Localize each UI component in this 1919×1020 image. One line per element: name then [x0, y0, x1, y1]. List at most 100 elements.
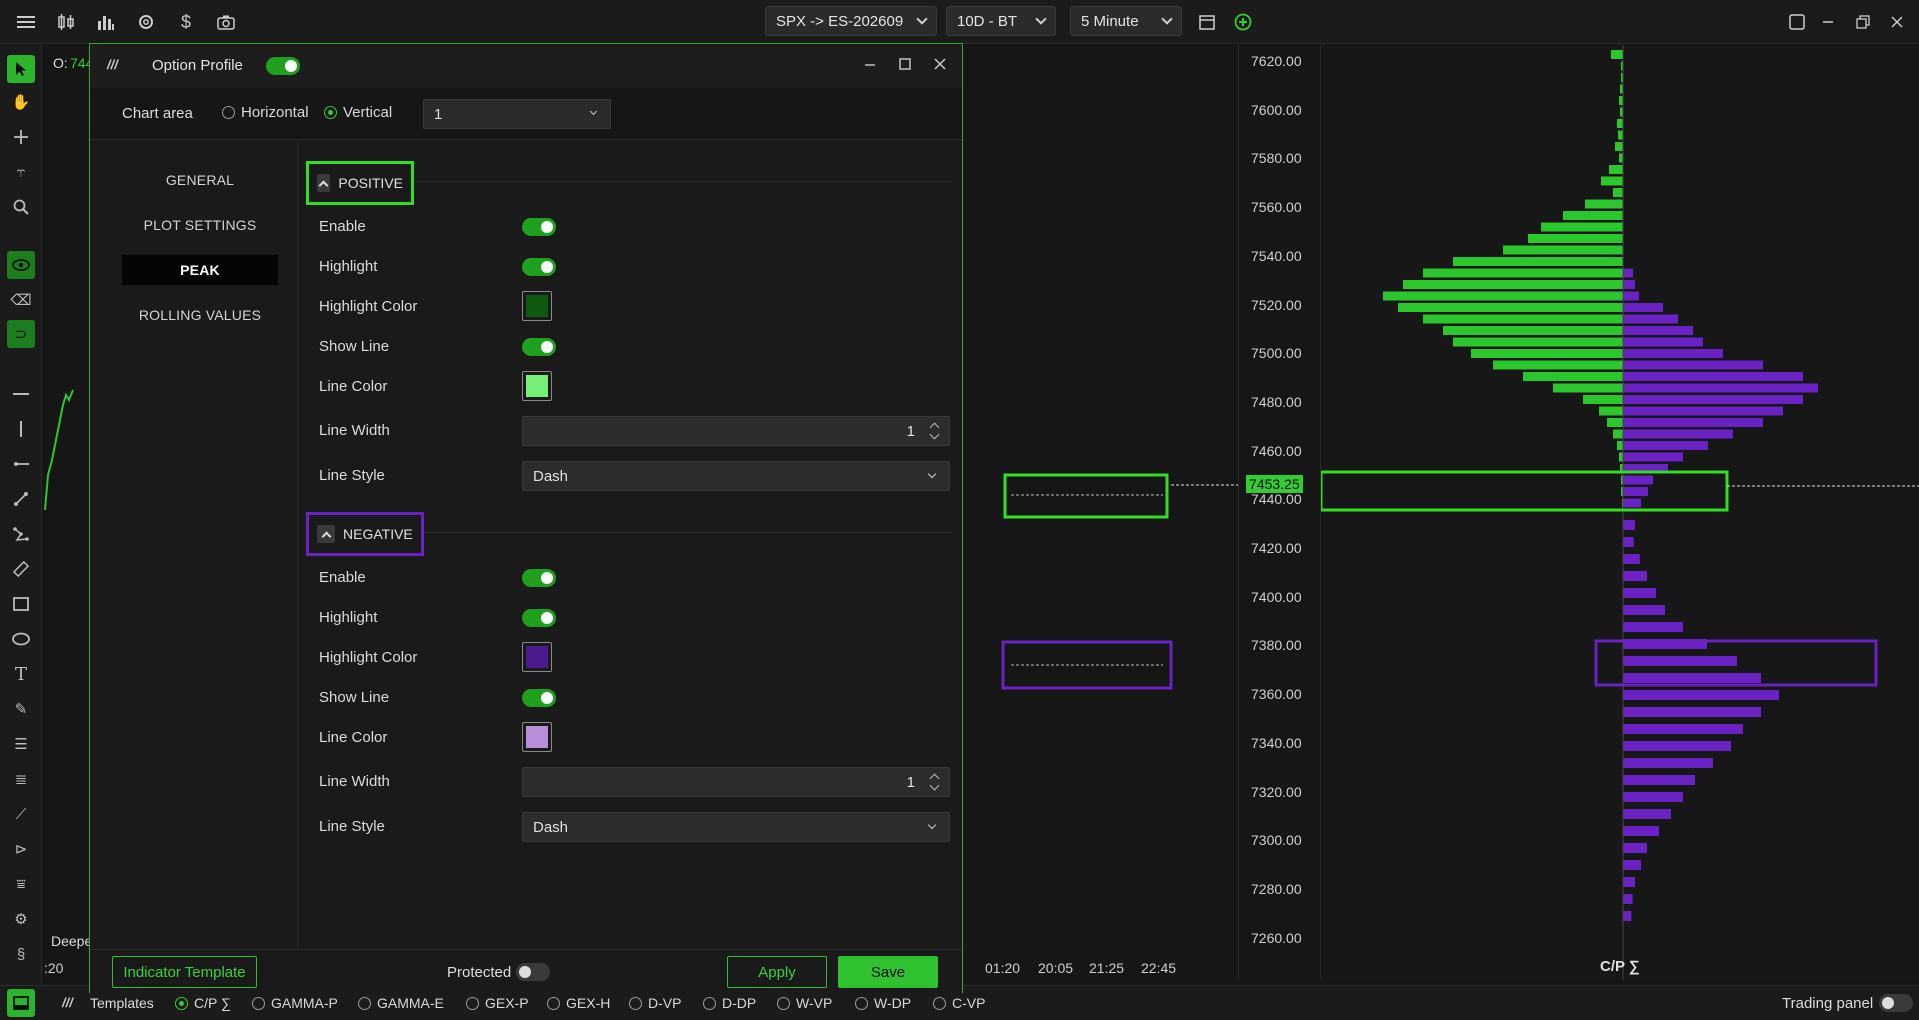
tab-label: C-VP [952, 995, 986, 1011]
fib-extension-icon[interactable]: ⊳ [7, 835, 35, 863]
tab-gamma-p[interactable]: GAMMA-P [252, 995, 338, 1011]
magnet-cursor-icon[interactable]: ⥾ [7, 158, 35, 186]
vertical-line-icon[interactable] [7, 415, 35, 443]
restore-icon[interactable] [1849, 8, 1877, 36]
negative-enable-toggle[interactable] [522, 569, 556, 587]
profile-bar-positive [1619, 96, 1623, 105]
option-profile-panel[interactable] [1319, 45, 1919, 980]
candlestick-icon[interactable] [52, 8, 80, 36]
positive-highlight-toggle[interactable] [522, 258, 556, 276]
profile-bar-negative [1623, 326, 1693, 335]
pencil-icon[interactable]: ✎ [7, 695, 35, 723]
calendar-icon[interactable] [1193, 8, 1221, 36]
positive-section-header[interactable]: POSITIVE [306, 161, 414, 205]
nav-peak[interactable]: PEAK [122, 255, 278, 285]
trendline-icon[interactable] [7, 485, 35, 513]
minimize-icon[interactable] [1814, 8, 1842, 36]
negative-section-header[interactable]: NEGATIVE [306, 512, 424, 556]
vertical-radio[interactable]: Vertical [324, 104, 392, 121]
settings-gear-icon[interactable] [132, 8, 160, 36]
cursor-icon[interactable] [7, 55, 35, 83]
negative-line-color-swatch[interactable] [522, 722, 552, 752]
positive-highlight-color-swatch[interactable] [522, 291, 552, 321]
symbol-dropdown[interactable]: SPX -> ES-202609 [765, 6, 937, 36]
tab-gex-p[interactable]: GEX-P [466, 995, 529, 1011]
time-label-2: 20:05 [1038, 960, 1074, 976]
hand-pan-icon[interactable]: ✋ [7, 88, 35, 116]
panel-toggle-icon[interactable] [7, 989, 35, 1017]
profile-bar-positive [1443, 326, 1623, 335]
zoom-icon[interactable] [7, 193, 35, 221]
dollar-icon[interactable]: $ [172, 8, 200, 36]
range-dropdown[interactable]: 10D - BT [946, 6, 1056, 36]
horizontal-line-icon[interactable] [7, 380, 35, 408]
indicators-icon[interactable] [92, 8, 120, 36]
stepper-icon[interactable] [929, 772, 941, 792]
dialog-minimize-icon[interactable] [863, 57, 881, 75]
list-icon[interactable]: ☰ [7, 730, 35, 758]
ellipse-icon[interactable] [7, 625, 35, 653]
profile-bar-negative [1623, 303, 1663, 312]
ray-icon[interactable] [7, 450, 35, 478]
nav-general[interactable]: GENERAL [122, 165, 278, 195]
apply-button[interactable]: Apply [727, 956, 827, 988]
text-icon[interactable]: T [7, 660, 35, 688]
trading-panel-toggle[interactable] [1879, 994, 1913, 1012]
indicator-enable-toggle[interactable] [266, 57, 300, 75]
collapse-icon[interactable] [317, 174, 331, 192]
tab-gamma-e[interactable]: GAMMA-E [358, 995, 444, 1011]
chart-area-select[interactable]: 1 [423, 99, 611, 129]
price-axis[interactable]: 7620.00 7600.00 7580.00 7560.00 7540.00 7520.… [1238, 45, 1320, 980]
negative-line-width-input[interactable]: 1 [522, 767, 950, 797]
script-icon[interactable]: § [7, 940, 35, 968]
close-icon[interactable] [1883, 8, 1911, 36]
fib-retracement-icon[interactable]: ⩸ [7, 870, 35, 898]
polyline-icon[interactable] [7, 520, 35, 548]
tab-w-vp[interactable]: W-VP [777, 995, 832, 1011]
lines-icon[interactable]: ≣ [7, 765, 35, 793]
dialog-close-icon[interactable] [933, 57, 951, 75]
magnet-icon[interactable]: ⊃ [7, 320, 35, 348]
positive-show-line-toggle[interactable] [522, 338, 556, 356]
camera-icon[interactable] [212, 8, 240, 36]
dialog-maximize-icon[interactable] [898, 57, 916, 75]
templates-label[interactable]: Templates [90, 995, 154, 1011]
profile-bar-negative [1623, 360, 1763, 370]
positive-line-style-select[interactable]: Dash [522, 461, 950, 491]
collapse-icon[interactable] [317, 525, 335, 543]
ruler-icon[interactable] [7, 555, 35, 583]
save-button[interactable]: Save [838, 956, 938, 988]
tab-d-vp[interactable]: D-VP [629, 995, 681, 1011]
indicator-template-button[interactable]: Indicator Template [112, 956, 257, 988]
rectangle-icon[interactable] [7, 590, 35, 618]
stepper-icon[interactable] [929, 421, 941, 441]
interval-dropdown[interactable]: 5 Minute [1070, 6, 1182, 36]
nav-plot-settings[interactable]: PLOT SETTINGS [122, 210, 278, 240]
color-fill [526, 646, 548, 668]
eraser-icon[interactable]: ⌫ [7, 286, 35, 314]
eye-icon[interactable] [7, 251, 35, 279]
menu-icon[interactable] [12, 8, 40, 36]
tab-gex-h[interactable]: GEX-H [547, 995, 610, 1011]
nav-rolling-values[interactable]: ROLLING VALUES [122, 300, 278, 330]
horizontal-radio[interactable]: Horizontal [222, 104, 309, 121]
protected-toggle[interactable] [516, 963, 550, 981]
horizontal-label: Horizontal [241, 104, 309, 121]
fib-fan-icon[interactable]: ⟋ [7, 800, 35, 828]
tab-w-dp[interactable]: W-DP [855, 995, 911, 1011]
positive-enable-toggle[interactable] [522, 218, 556, 236]
settings-small-icon[interactable]: ⚙ [7, 905, 35, 933]
layout-icon[interactable] [1783, 8, 1811, 36]
tab-c-vp[interactable]: C-VP [933, 995, 985, 1011]
negative-highlight-color-swatch[interactable] [522, 642, 552, 672]
negative-line-style-select[interactable]: Dash [522, 812, 950, 842]
tab-d-dp[interactable]: D-DP [703, 995, 756, 1011]
tab-cp-sum[interactable]: C/P ∑ [175, 995, 231, 1011]
crosshair-icon[interactable] [7, 123, 35, 151]
positive-line-color-swatch[interactable] [522, 371, 552, 401]
negative-show-line-toggle[interactable] [522, 689, 556, 707]
add-chart-icon[interactable] [1229, 8, 1257, 36]
profile-bar-negative [1623, 690, 1779, 700]
positive-line-width-input[interactable]: 1 [522, 416, 950, 446]
negative-highlight-toggle[interactable] [522, 609, 556, 627]
